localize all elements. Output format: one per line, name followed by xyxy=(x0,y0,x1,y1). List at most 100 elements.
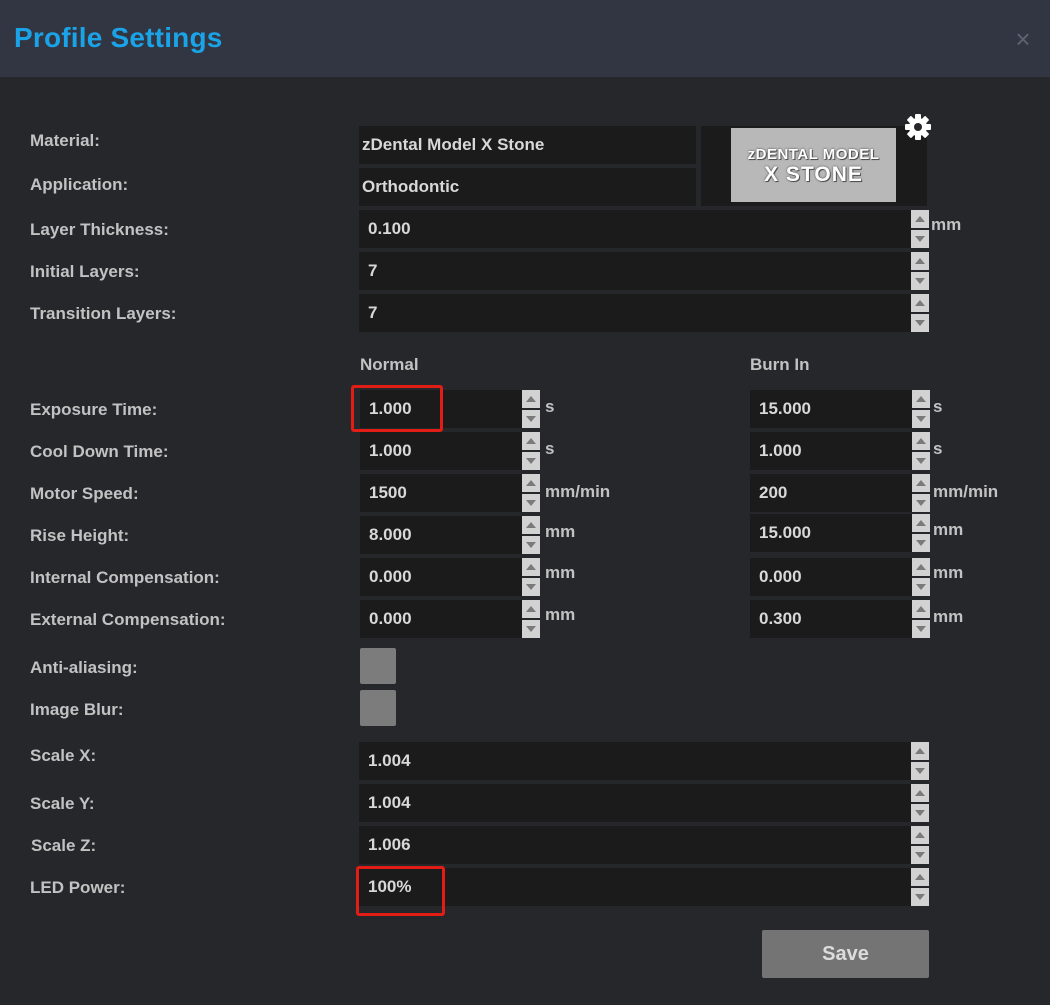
cool-down-time-normal-field[interactable]: 1.000 xyxy=(360,432,522,470)
rise-height-burn-in-spinner[interactable] xyxy=(912,514,930,552)
increment-button[interactable] xyxy=(911,826,929,844)
scale-z-field[interactable]: 1.006 xyxy=(359,826,911,864)
scale-y-field[interactable]: 1.004 xyxy=(359,784,911,822)
internal-compensation-burn-in-unit: mm xyxy=(933,563,964,582)
increment-button[interactable] xyxy=(522,558,540,576)
transition-layers-label: Transition Layers: xyxy=(30,304,177,323)
decrement-button[interactable] xyxy=(912,534,930,552)
material-label: Material: xyxy=(30,131,100,150)
external-compensation-burn-in-spinner[interactable] xyxy=(912,600,930,638)
increment-button[interactable] xyxy=(522,516,540,534)
increment-button[interactable] xyxy=(911,868,929,886)
decrement-button[interactable] xyxy=(912,452,930,470)
increment-button[interactable] xyxy=(522,600,540,618)
exposure-time-burn-in-unit: s xyxy=(933,397,943,416)
internal-compensation-label: Internal Compensation: xyxy=(30,568,220,587)
layer-thickness-spinner[interactable] xyxy=(911,210,929,248)
decrement-button[interactable] xyxy=(522,452,540,470)
rise-height-normal-field[interactable]: 8.000 xyxy=(360,516,522,554)
internal-compensation-normal-spinner[interactable] xyxy=(522,558,540,596)
scale-z-spinner[interactable] xyxy=(911,826,929,864)
external-compensation-burn-in-field[interactable]: 0.300 xyxy=(750,600,912,638)
rise-height-burn-in-field[interactable]: 15.000 xyxy=(750,514,912,552)
increment-button[interactable] xyxy=(911,784,929,802)
increment-button[interactable] xyxy=(912,514,930,532)
increment-button[interactable] xyxy=(911,252,929,270)
save-button[interactable]: Save xyxy=(762,930,929,978)
rise-height-normal-spinner[interactable] xyxy=(522,516,540,554)
exposure-time-normal-unit: s xyxy=(545,397,555,416)
decrement-button[interactable] xyxy=(912,494,930,512)
motor-speed-burn-in-field[interactable]: 200 xyxy=(750,474,912,512)
internal-compensation-normal-unit: mm xyxy=(545,563,576,582)
cool-down-time-burn-in-field[interactable]: 1.000 xyxy=(750,432,912,470)
rise-height-normal-unit: mm xyxy=(545,522,576,541)
decrement-button[interactable] xyxy=(912,578,930,596)
motor-speed-normal-unit: mm/min xyxy=(545,482,611,501)
decrement-button[interactable] xyxy=(911,314,929,332)
external-compensation-normal-spinner[interactable] xyxy=(522,600,540,638)
cool-down-time-normal-spinner[interactable] xyxy=(522,432,540,470)
normal-column-header: Normal xyxy=(360,355,419,374)
decrement-button[interactable] xyxy=(912,620,930,638)
motor-speed-normal-spinner[interactable] xyxy=(522,474,540,512)
exposure-time-normal-spinner[interactable] xyxy=(522,390,540,428)
initial-layers-label: Initial Layers: xyxy=(30,262,140,281)
increment-button[interactable] xyxy=(912,474,930,492)
initial-layers-field[interactable]: 7 xyxy=(359,252,911,290)
motor-speed-burn-in-unit: mm/min xyxy=(933,482,999,501)
transition-layers-spinner[interactable] xyxy=(911,294,929,332)
close-icon[interactable]: × xyxy=(1012,26,1034,52)
cool-down-time-burn-in-spinner[interactable] xyxy=(912,432,930,470)
decrement-button[interactable] xyxy=(911,804,929,822)
decrement-button[interactable] xyxy=(911,272,929,290)
led-power-spinner[interactable] xyxy=(911,868,929,906)
image-blur-label: Image Blur: xyxy=(30,700,124,719)
initial-layers-spinner[interactable] xyxy=(911,252,929,290)
transition-layers-field[interactable]: 7 xyxy=(359,294,911,332)
decrement-button[interactable] xyxy=(912,410,930,428)
decrement-button[interactable] xyxy=(522,536,540,554)
external-compensation-burn-in-unit: mm xyxy=(933,607,964,626)
layer-thickness-field[interactable]: 0.100 xyxy=(359,210,911,248)
increment-button[interactable] xyxy=(911,210,929,228)
cool-down-time-normal-unit: s xyxy=(545,439,555,458)
increment-button[interactable] xyxy=(912,600,930,618)
cool-down-time-label: Cool Down Time: xyxy=(30,442,169,461)
internal-compensation-burn-in-field[interactable]: 0.000 xyxy=(750,558,912,596)
material-field[interactable]: zDental Model X Stone xyxy=(359,126,696,164)
application-field[interactable]: Orthodontic xyxy=(359,168,696,206)
scale-y-spinner[interactable] xyxy=(911,784,929,822)
internal-compensation-burn-in-spinner[interactable] xyxy=(912,558,930,596)
increment-button[interactable] xyxy=(912,558,930,576)
decrement-button[interactable] xyxy=(911,888,929,906)
increment-button[interactable] xyxy=(912,432,930,450)
exposure-time-burn-in-field[interactable]: 15.000 xyxy=(750,390,912,428)
motor-speed-burn-in-spinner[interactable] xyxy=(912,474,930,512)
increment-button[interactable] xyxy=(911,742,929,760)
decrement-button[interactable] xyxy=(522,620,540,638)
image-blur-checkbox[interactable] xyxy=(360,690,396,726)
increment-button[interactable] xyxy=(911,294,929,312)
scale-x-label: Scale X: xyxy=(30,746,97,765)
external-compensation-normal-field[interactable]: 0.000 xyxy=(360,600,522,638)
increment-button[interactable] xyxy=(522,474,540,492)
title-bar: Profile Settings × xyxy=(0,0,1050,77)
decrement-button[interactable] xyxy=(911,230,929,248)
scale-x-field[interactable]: 1.004 xyxy=(359,742,911,780)
scale-x-spinner[interactable] xyxy=(911,742,929,780)
anti-aliasing-checkbox[interactable] xyxy=(360,648,396,684)
decrement-button[interactable] xyxy=(522,410,540,428)
increment-button[interactable] xyxy=(522,432,540,450)
increment-button[interactable] xyxy=(522,390,540,408)
external-compensation-normal-unit: mm xyxy=(545,605,576,624)
decrement-button[interactable] xyxy=(522,494,540,512)
decrement-button[interactable] xyxy=(522,578,540,596)
decrement-button[interactable] xyxy=(911,762,929,780)
exposure-time-burn-in-spinner[interactable] xyxy=(912,390,930,428)
motor-speed-normal-field[interactable]: 1500 xyxy=(360,474,522,512)
increment-button[interactable] xyxy=(912,390,930,408)
internal-compensation-normal-field[interactable]: 0.000 xyxy=(360,558,522,596)
decrement-button[interactable] xyxy=(911,846,929,864)
gear-icon[interactable] xyxy=(903,112,933,142)
